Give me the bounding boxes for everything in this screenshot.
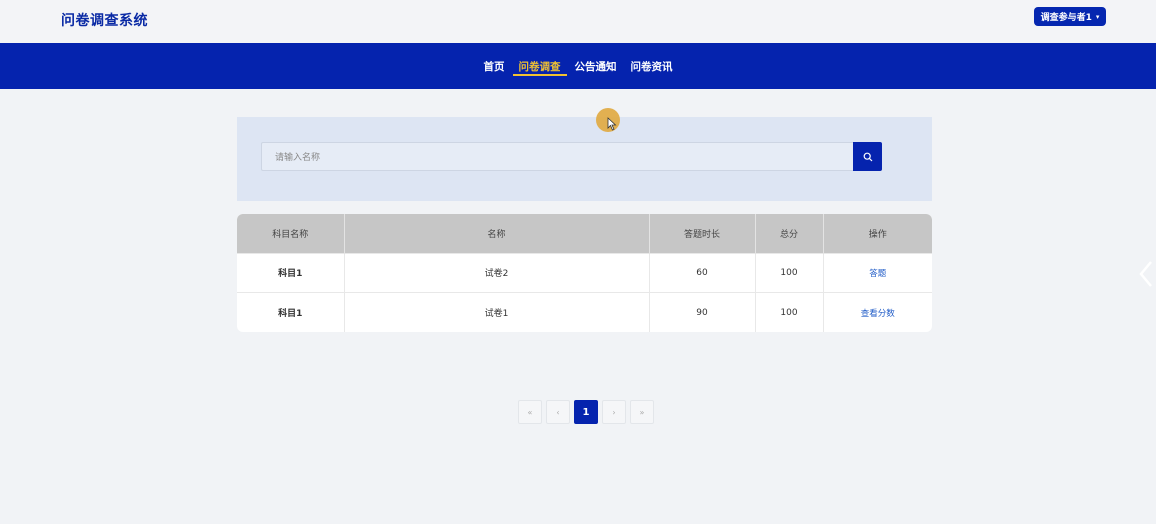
cell-total: 100 — [755, 253, 824, 293]
cell-name: 试卷2 — [344, 253, 650, 293]
search-panel: 请输入名称 — [237, 117, 932, 201]
page-number-button[interactable]: 1 — [574, 400, 598, 424]
nav-item-notice[interactable]: 公告通知 — [568, 43, 624, 89]
chevron-down-icon: ▾ — [1095, 12, 1100, 21]
table-row: 科目1 试卷1 90 100 查看分数 — [237, 292, 932, 333]
user-menu-button[interactable]: 调查参与者1 ▾ — [1034, 7, 1106, 26]
nav-item-news[interactable]: 问卷资讯 — [624, 43, 680, 89]
cell-action: 查看分数 — [823, 293, 932, 333]
pagination: « ‹ 1 › » — [518, 400, 654, 424]
column-header-subject: 科目名称 — [237, 214, 345, 253]
mouse-cursor-icon — [607, 117, 617, 131]
cell-total: 100 — [755, 292, 824, 332]
cell-subject: 科目1 — [237, 292, 345, 332]
cell-duration: 90 — [649, 292, 756, 332]
next-page-button[interactable]: › — [602, 400, 626, 424]
first-page-button[interactable]: « — [518, 400, 542, 424]
nav-item-survey[interactable]: 问卷调查 — [512, 43, 568, 89]
column-header-action: 操作 — [868, 229, 887, 240]
table-row: 科目1 试卷2 60 100 答题 — [237, 253, 932, 293]
search-icon — [863, 152, 872, 161]
chevron-left-icon[interactable] — [1138, 258, 1154, 290]
view-score-link[interactable]: 查看分数 — [861, 309, 895, 319]
search-button[interactable] — [853, 142, 882, 171]
column-header-duration: 答题时长 — [649, 214, 756, 253]
cell-duration: 60 — [649, 253, 756, 293]
nav-menu: 首页 问卷调查 公告通知 问卷资讯 — [0, 43, 1156, 89]
search-placeholder: 请输入名称 — [275, 153, 321, 163]
answer-link[interactable]: 答题 — [869, 269, 886, 279]
column-header-name: 名称 — [344, 214, 650, 253]
cell-subject: 科目1 — [237, 253, 345, 293]
search-input[interactable]: 请输入名称 — [261, 142, 854, 171]
nav-item-home[interactable]: 首页 — [477, 43, 512, 89]
top-header: 问卷调查系统 调查参与者1 ▾ — [0, 0, 1156, 43]
exam-table: 科目名称 名称 答题时长 总分 操作 科目1 试卷2 60 100 答题 科目1… — [237, 214, 932, 332]
cell-action: 答题 — [823, 253, 932, 293]
site-logo[interactable]: 问卷调查系统 — [61, 10, 148, 30]
main-navbar: 首页 问卷调查 公告通知 问卷资讯 — [0, 43, 1156, 89]
user-name: 调查参与者1 — [1040, 13, 1092, 23]
table-header-row: 科目名称 名称 答题时长 总分 操作 — [237, 214, 932, 253]
prev-page-button[interactable]: ‹ — [546, 400, 570, 424]
last-page-button[interactable]: » — [630, 400, 654, 424]
cell-name: 试卷1 — [344, 292, 650, 332]
column-header-total: 总分 — [755, 214, 824, 253]
